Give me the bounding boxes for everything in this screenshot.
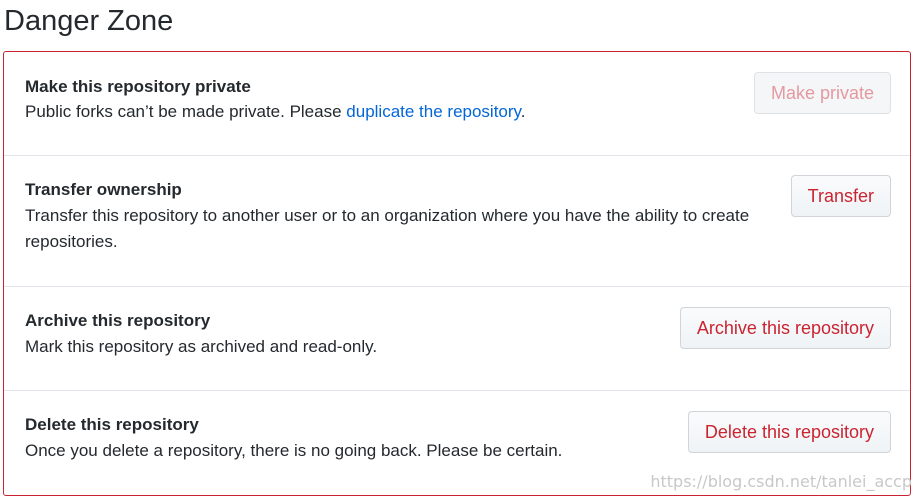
delete-repository-title: Delete this repository bbox=[25, 415, 199, 434]
archive-repository-title: Archive this repository bbox=[25, 311, 211, 330]
transfer-button[interactable]: Transfer bbox=[790, 175, 891, 217]
duplicate-repository-link[interactable]: duplicate the repository bbox=[346, 102, 521, 121]
make-private-button[interactable]: Make private bbox=[753, 72, 891, 114]
make-private-row: Make this repository private Public fork… bbox=[4, 52, 910, 156]
archive-repository-description: Mark this repository as archived and rea… bbox=[25, 337, 378, 356]
danger-zone-page: Danger Zone Make this repository private… bbox=[0, 0, 918, 501]
transfer-ownership-description: Transfer this repository to another user… bbox=[25, 206, 750, 251]
danger-zone-box: Make this repository private Public fork… bbox=[3, 51, 911, 496]
transfer-ownership-row: Transfer ownership Transfer this reposit… bbox=[4, 156, 910, 287]
make-private-description-suffix: . bbox=[520, 102, 526, 121]
delete-repository-description: Once you delete a repository, there is n… bbox=[25, 441, 563, 460]
make-private-description-text: Public forks can’t be made private. Plea… bbox=[25, 102, 347, 121]
archive-repository-row: Archive this repository Mark this reposi… bbox=[4, 287, 910, 391]
watermark-text: https://blog.csdn.net/tanlei_accp bbox=[650, 472, 912, 491]
make-private-description: Public forks can’t be made private. Plea… bbox=[25, 99, 725, 125]
archive-repository-button[interactable]: Archive this repository bbox=[679, 307, 891, 349]
transfer-ownership-title: Transfer ownership bbox=[25, 180, 182, 199]
delete-repository-button[interactable]: Delete this repository bbox=[687, 411, 891, 453]
make-private-title: Make this repository private bbox=[25, 77, 251, 96]
page-title: Danger Zone bbox=[4, 5, 174, 37]
